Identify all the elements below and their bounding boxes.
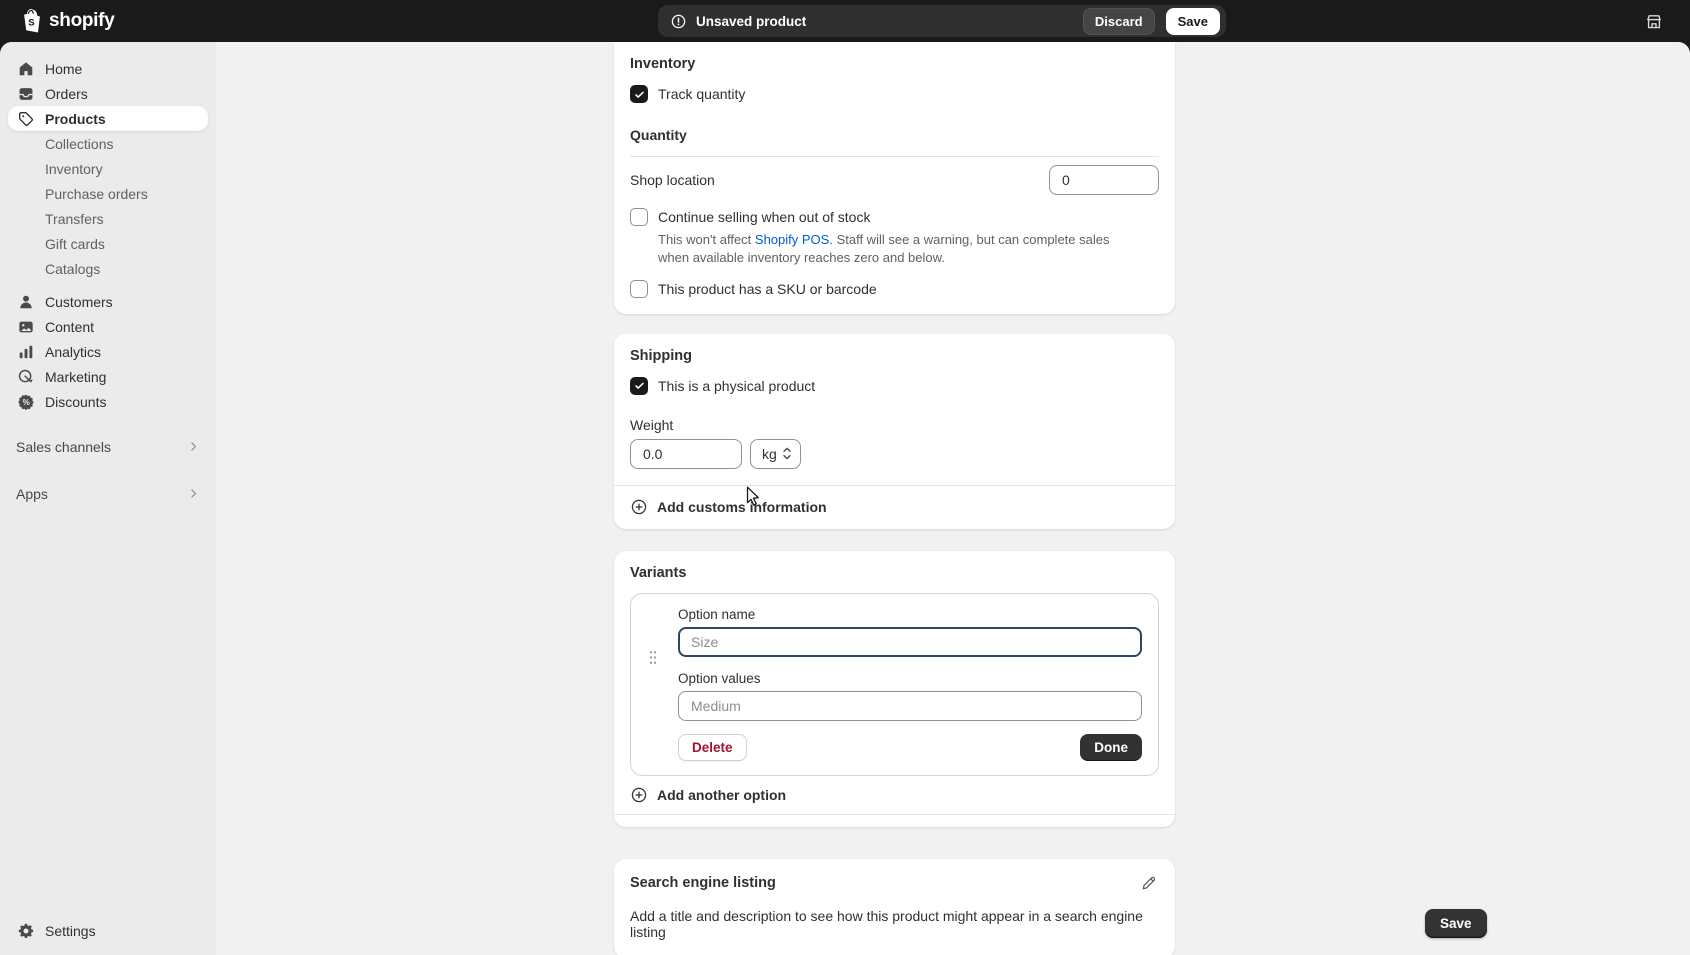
customers-icon xyxy=(16,292,35,311)
sidebar-item-label: Orders xyxy=(45,86,88,102)
seo-description: Add a title and description to see how t… xyxy=(630,908,1159,940)
sidebar-item-marketing[interactable]: Marketing xyxy=(8,364,208,389)
option-values-label: Option values xyxy=(678,671,1142,686)
sidebar-item-home[interactable]: Home xyxy=(8,56,208,81)
discard-button[interactable]: Discard xyxy=(1083,8,1155,35)
option-name-label: Option name xyxy=(678,607,1142,622)
sku-barcode-checkbox[interactable] xyxy=(630,280,648,298)
variants-card: Variants Option name Option values Delet… xyxy=(614,551,1175,827)
app-shell: Home Orders Products Collections Invento… xyxy=(0,42,1690,955)
done-button[interactable]: Done xyxy=(1080,734,1142,761)
gear-icon xyxy=(16,921,35,940)
sidebar: Home Orders Products Collections Invento… xyxy=(0,42,216,955)
pencil-icon xyxy=(1140,875,1157,892)
physical-product-label: This is a physical product xyxy=(658,378,815,394)
continue-selling-help: This won't affect Shopify POS. Staff wil… xyxy=(658,231,1136,267)
sidebar-item-discounts[interactable]: % Discounts xyxy=(8,389,208,414)
marketing-icon xyxy=(16,367,35,386)
sidebar-item-transfers[interactable]: Transfers xyxy=(8,206,208,231)
shop-location-label: Shop location xyxy=(630,172,715,188)
sidebar-item-inventory[interactable]: Inventory xyxy=(8,156,208,181)
plus-circle-icon xyxy=(630,786,648,804)
select-chevrons-icon xyxy=(782,446,792,461)
analytics-icon xyxy=(16,342,35,361)
store-menu-button[interactable] xyxy=(1644,12,1664,32)
svg-text:S: S xyxy=(28,17,34,28)
sidebar-item-content[interactable]: Content xyxy=(8,314,208,339)
save-button-top[interactable]: Save xyxy=(1166,8,1220,35)
sku-barcode-label: This product has a SKU or barcode xyxy=(658,281,877,297)
edit-seo-button[interactable] xyxy=(1138,873,1159,894)
weight-input[interactable] xyxy=(630,439,742,469)
option-values-input[interactable] xyxy=(678,691,1142,721)
sidebar-item-customers[interactable]: Customers xyxy=(8,289,208,314)
inventory-card: Inventory Track quantity Quantity Shop l… xyxy=(614,42,1175,314)
sidebar-item-analytics[interactable]: Analytics xyxy=(8,339,208,364)
divider xyxy=(630,156,1159,157)
svg-text:%: % xyxy=(22,398,29,407)
sidebar-item-orders[interactable]: Orders xyxy=(8,81,208,106)
chevron-right-icon xyxy=(187,487,200,500)
orders-icon xyxy=(16,84,35,103)
shopify-wordmark: shopify xyxy=(49,10,114,32)
sidebar-section-apps[interactable]: Apps xyxy=(0,481,216,506)
quantity-heading: Quantity xyxy=(630,127,1159,143)
unsaved-changes-banner: Unsaved product Discard Save xyxy=(658,5,1226,37)
discounts-icon: % xyxy=(16,392,35,411)
content-icon xyxy=(16,317,35,336)
shopify-logo[interactable]: S shopify xyxy=(18,8,114,35)
sidebar-item-gift-cards[interactable]: Gift cards xyxy=(8,231,208,256)
drag-handle-icon[interactable] xyxy=(646,646,660,672)
weight-label: Weight xyxy=(630,417,1159,433)
shopify-bag-icon: S xyxy=(18,8,43,35)
home-icon xyxy=(16,59,35,78)
shopify-pos-link[interactable]: Shopify POS xyxy=(755,232,829,247)
sidebar-item-label: Products xyxy=(45,111,106,127)
track-quantity-checkbox[interactable] xyxy=(630,85,648,103)
sidebar-item-label: Home xyxy=(45,61,82,77)
continue-selling-label: Continue selling when out of stock xyxy=(658,209,870,225)
inventory-title: Inventory xyxy=(630,56,1159,72)
weight-unit-select[interactable]: kg xyxy=(750,439,801,469)
variant-option-editor: Option name Option values Delete Done xyxy=(630,593,1159,776)
shop-location-quantity-input[interactable] xyxy=(1049,165,1159,195)
sidebar-item-collections[interactable]: Collections xyxy=(8,131,208,156)
main-content: Inventory Track quantity Quantity Shop l… xyxy=(216,42,1690,955)
shipping-card: Shipping This is a physical product Weig… xyxy=(614,334,1175,529)
add-another-option-button[interactable]: Add another option xyxy=(630,776,1159,814)
products-tag-icon xyxy=(16,109,35,128)
shipping-title: Shipping xyxy=(630,348,1159,364)
topbar: S shopify Unsaved product Discard Save xyxy=(0,0,1690,42)
delete-option-button[interactable]: Delete xyxy=(678,734,747,761)
sidebar-item-purchase-orders[interactable]: Purchase orders xyxy=(8,181,208,206)
sidebar-section-sales-channels[interactable]: Sales channels xyxy=(0,434,216,459)
sidebar-item-settings[interactable]: Settings xyxy=(8,918,208,943)
banner-message: Unsaved product xyxy=(696,14,1074,29)
track-quantity-label: Track quantity xyxy=(658,86,745,102)
physical-product-checkbox[interactable] xyxy=(630,377,648,395)
chevron-right-icon xyxy=(187,440,200,453)
variants-title: Variants xyxy=(630,565,1159,581)
seo-title: Search engine listing xyxy=(630,875,776,891)
seo-card: Search engine listing Add a title and de… xyxy=(614,859,1175,955)
sidebar-item-products[interactable]: Products xyxy=(8,106,208,131)
alert-circle-icon xyxy=(670,13,687,30)
add-customs-information-button[interactable]: Add customs information xyxy=(630,486,1159,529)
save-button-bottom[interactable]: Save xyxy=(1425,909,1487,938)
sidebar-item-catalogs[interactable]: Catalogs xyxy=(8,256,208,281)
continue-selling-checkbox[interactable] xyxy=(630,208,648,226)
option-name-input[interactable] xyxy=(678,627,1142,657)
plus-circle-icon xyxy=(630,498,648,516)
